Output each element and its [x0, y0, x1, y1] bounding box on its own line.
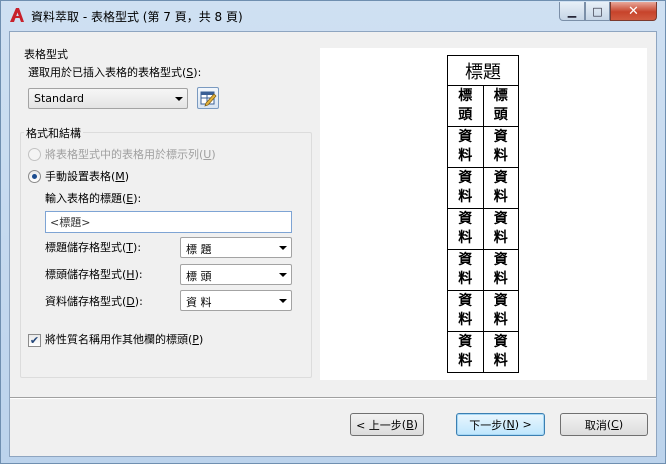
- manual-setup-radio[interactable]: [28, 170, 41, 183]
- title-cell-style-combo[interactable]: 標 題: [180, 237, 292, 258]
- next-button[interactable]: 下一步(N) >: [456, 413, 545, 436]
- table-style-select-label-text: 選取用於已插入表格的表格型式: [28, 66, 182, 79]
- property-name-checkbox-text: 將性質名稱用作其他欄的標頭: [45, 333, 188, 346]
- minimize-button[interactable]: ▁: [559, 2, 585, 21]
- cancel-button-hotkey: C: [611, 418, 619, 431]
- maximize-button[interactable]: □: [585, 2, 610, 21]
- close-icon: ✕: [628, 3, 639, 19]
- preview-data-cell: 資 料: [482, 249, 519, 291]
- dialog-client-area: 表格型式 選取用於已插入表格的表格型式(S): Standard 格式和結構 將…: [9, 31, 657, 457]
- table-style-edit-button[interactable]: [197, 87, 219, 109]
- property-name-hotkey: P: [192, 333, 199, 346]
- preview-data-cell: 資 料: [447, 126, 484, 168]
- back-button-hotkey: B: [406, 418, 414, 431]
- header-cell-style-value: 標 頭: [186, 270, 212, 283]
- preview-data-row: 資 料資 料: [447, 290, 519, 332]
- preview-data-cell: 資 料: [447, 331, 484, 373]
- data-cell-style-value: 資 料: [186, 296, 212, 309]
- chevron-down-icon: [175, 97, 183, 101]
- preview-header-row: 標 頭標 頭: [447, 85, 519, 127]
- table-style-edit-icon: [200, 91, 217, 107]
- preview-data-cell: 資 料: [482, 208, 519, 250]
- preview-data-cell: 資 料: [447, 249, 484, 291]
- preview-data-cell: 資 料: [447, 208, 484, 250]
- manual-setup-hotkey: M: [115, 170, 125, 183]
- autocad-app-icon: [10, 8, 24, 22]
- header-cell-style-label: 標頭儲存格型式(H):: [45, 268, 143, 281]
- label-row-radio-label: 將表格型式中的表格用於標示列(U): [45, 148, 216, 161]
- table-style-combo[interactable]: Standard: [28, 88, 188, 109]
- title-prompt-hotkey: E: [126, 192, 134, 205]
- table-style-select-hotkey: S: [186, 66, 194, 79]
- back-button-label: < 上一步: [356, 418, 402, 432]
- property-name-checkbox[interactable]: ✔: [28, 334, 41, 347]
- data-cell-style-hotkey: D: [126, 295, 135, 308]
- title-cell-style-hotkey: T: [126, 241, 134, 254]
- manual-setup-radio-label: 手動設置表格(M): [45, 170, 130, 183]
- next-button-label: 下一步: [469, 418, 503, 432]
- next-button-suffix: >: [519, 418, 532, 431]
- format-structure-group-label: 格式和結構: [24, 125, 83, 141]
- chevron-down-icon: [279, 273, 287, 277]
- preview-title-cell: 標題: [447, 55, 519, 86]
- title-prompt-label: 輸入表格的標題(E):: [45, 192, 142, 205]
- label-row-radio-text: 將表格型式中的表格用於標示列: [45, 148, 199, 161]
- property-name-checkbox-label: 將性質名稱用作其他欄的標頭(P): [45, 333, 204, 346]
- preview-data-cell: 資 料: [447, 290, 484, 332]
- chevron-down-icon: [279, 299, 287, 303]
- table-preview: 標題 標 頭標 頭資 料資 料資 料資 料資 料資 料資 料資 料資 料資 料資…: [320, 48, 647, 380]
- table-style-group-label: 表格型式: [24, 48, 68, 61]
- table-style-combo-value: Standard: [34, 92, 85, 105]
- preview-table: 標題 標 頭標 頭資 料資 料資 料資 料資 料資 料資 料資 料資 料資 料資…: [447, 55, 519, 373]
- cancel-button[interactable]: 取消(C): [560, 413, 648, 436]
- title-cell-style-label: 標題儲存格型式(T):: [45, 241, 142, 254]
- minimize-icon: ▁: [567, 4, 577, 18]
- preview-header-cell: 標 頭: [447, 85, 484, 127]
- manual-setup-radio-text: 手動設置表格: [45, 170, 111, 183]
- table-title-input-box[interactable]: [45, 211, 292, 233]
- title-cell-style-value: 標 題: [186, 243, 212, 256]
- close-button[interactable]: ✕: [610, 2, 657, 21]
- dialog-window: 資料萃取 - 表格型式 (第 7 頁，共 8 頁) ▁ □ ✕ 表格型式 選取用…: [0, 0, 666, 464]
- table-style-select-label: 選取用於已插入表格的表格型式(S):: [28, 66, 202, 79]
- preview-data-cell: 資 料: [447, 167, 484, 209]
- maximize-icon: □: [592, 4, 603, 18]
- back-button[interactable]: < 上一步(B): [350, 413, 424, 436]
- preview-header-cell: 標 頭: [482, 85, 519, 127]
- preview-data-cell: 資 料: [482, 167, 519, 209]
- preview-data-cell: 資 料: [482, 331, 519, 373]
- header-cell-style-hotkey: H: [126, 268, 135, 281]
- title-prompt-text: 輸入表格的標題: [45, 192, 122, 205]
- data-cell-style-text: 資料儲存格型式: [45, 295, 122, 308]
- window-title: 資料萃取 - 表格型式 (第 7 頁，共 8 頁): [31, 10, 243, 24]
- header-cell-style-text: 標頭儲存格型式: [45, 268, 122, 281]
- header-cell-style-combo[interactable]: 標 頭: [180, 264, 292, 285]
- next-button-hotkey: N: [506, 418, 515, 431]
- data-cell-style-combo[interactable]: 資 料: [180, 290, 292, 311]
- label-row-radio[interactable]: [28, 148, 41, 161]
- preview-data-row: 資 料資 料: [447, 249, 519, 291]
- label-row-hotkey: U: [203, 148, 212, 161]
- title-cell-style-text: 標題儲存格型式: [45, 241, 122, 254]
- cancel-button-label: 取消: [584, 418, 607, 432]
- title-bar[interactable]: 資料萃取 - 表格型式 (第 7 頁，共 8 頁) ▁ □ ✕: [1, 1, 665, 30]
- preview-data-row: 資 料資 料: [447, 167, 519, 209]
- data-cell-style-label: 資料儲存格型式(D):: [45, 295, 143, 308]
- chevron-down-icon: [279, 246, 287, 250]
- button-separator: [10, 397, 656, 399]
- preview-data-row: 資 料資 料: [447, 208, 519, 250]
- preview-data-cell: 資 料: [482, 290, 519, 332]
- preview-data-row: 資 料資 料: [447, 331, 519, 373]
- preview-data-row: 資 料資 料: [447, 126, 519, 168]
- preview-data-cell: 資 料: [482, 126, 519, 168]
- table-title-input[interactable]: [46, 212, 291, 232]
